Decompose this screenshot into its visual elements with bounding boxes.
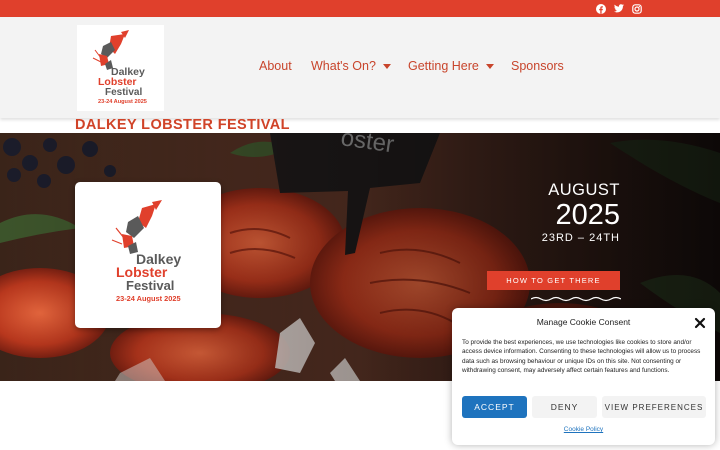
nav-item-label: What's On?: [311, 59, 376, 73]
top-bar: [0, 0, 720, 17]
nav-item-label: Sponsors: [511, 59, 564, 73]
twitter-icon[interactable]: [613, 3, 624, 14]
hero-days: 23RD – 24TH: [541, 232, 620, 244]
hero-logo-card: Dalkey Lobster Festival 23-24 August 202…: [75, 182, 221, 328]
logo-dates: 23-24 August 2025: [98, 99, 147, 105]
nav-item-label: About: [259, 59, 292, 73]
nav-item-about[interactable]: About: [259, 59, 292, 73]
cookie-consent-dialog: Manage Cookie Consent To provide the bes…: [452, 308, 715, 445]
cookie-title: Manage Cookie Consent: [536, 317, 631, 327]
page-title: DALKEY LOBSTER FESTIVAL: [75, 117, 290, 133]
accept-button[interactable]: ACCEPT: [462, 396, 527, 418]
lobster-logo-graphic: Dalkey Lobster Festival 23-24 August 202…: [111, 200, 181, 303]
facebook-icon[interactable]: [595, 3, 606, 14]
deny-button[interactable]: DENY: [532, 396, 597, 418]
main-nav: About What's On? Getting Here Sponsors: [0, 59, 720, 79]
chevron-down-icon: [382, 63, 391, 69]
close-icon[interactable]: [694, 316, 706, 329]
hero-year: 2025: [555, 199, 620, 231]
wave-divider: [531, 296, 621, 302]
how-to-get-there-button[interactable]: HOW TO GET THERE: [487, 271, 620, 290]
nav-item-whats-on[interactable]: What's On?: [311, 59, 391, 73]
nav-item-getting-here[interactable]: Getting Here: [408, 59, 494, 73]
nav-item-label: Getting Here: [408, 59, 479, 73]
logo-line3: Festival: [105, 87, 142, 98]
view-preferences-button[interactable]: VIEW PREFERENCES: [602, 396, 706, 418]
cookie-policy-link[interactable]: Cookie Policy: [452, 426, 715, 433]
hero-logo-dates: 23-24 August 2025: [116, 294, 181, 303]
hero-logo-line3: Festival: [126, 278, 174, 293]
cookie-description: To provide the best experiences, we use …: [462, 339, 701, 374]
chevron-down-icon: [485, 63, 494, 69]
site-header: Dalkey Lobster Festival 23-24 August 202…: [0, 17, 720, 118]
nav-item-sponsors[interactable]: Sponsors: [511, 59, 564, 73]
instagram-icon[interactable]: [631, 3, 642, 14]
